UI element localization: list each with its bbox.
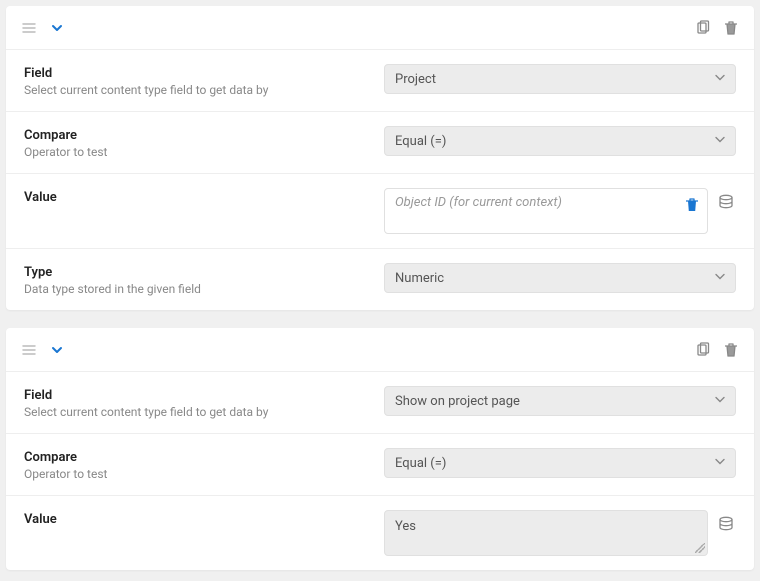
chevron-down-icon	[715, 394, 725, 409]
compare-subtitle: Operator to test	[24, 145, 384, 159]
database-icon[interactable]	[716, 514, 736, 534]
chevron-down-icon	[715, 271, 725, 286]
compare-subtitle: Operator to test	[24, 467, 384, 481]
value-textarea[interactable]: Yes	[384, 510, 708, 556]
compare-select[interactable]: Equal (=)	[384, 448, 736, 478]
type-subtitle: Data type stored in the given field	[24, 282, 384, 296]
compare-row: Compare Operator to test Equal (=)	[6, 434, 754, 496]
field-label: Field	[24, 66, 384, 81]
compare-row: Compare Operator to test Equal (=)	[6, 112, 754, 174]
condition-card: Field Select current content type field …	[6, 328, 754, 570]
value-row: Value Object ID (for current context)	[6, 174, 754, 249]
value-label: Value	[24, 190, 384, 205]
value-label: Value	[24, 512, 384, 527]
field-row: Field Select current content type field …	[6, 50, 754, 112]
card-header	[6, 6, 754, 50]
compare-label: Compare	[24, 450, 384, 465]
collapse-toggle[interactable]	[46, 17, 68, 39]
chevron-down-icon	[715, 456, 725, 471]
drag-handle-icon[interactable]	[18, 339, 40, 361]
compare-select-value: Equal (=)	[395, 134, 446, 149]
chevron-down-icon	[715, 72, 725, 87]
condition-card: Field Select current content type field …	[6, 6, 754, 310]
compare-select[interactable]: Equal (=)	[384, 126, 736, 156]
value-row: Value Yes	[6, 496, 754, 570]
field-select[interactable]: Project	[384, 64, 736, 94]
drag-handle-icon[interactable]	[18, 17, 40, 39]
type-select-value: Numeric	[395, 271, 444, 286]
value-text: Yes	[395, 519, 416, 534]
database-icon[interactable]	[716, 192, 736, 212]
field-select-value: Project	[395, 72, 436, 87]
compare-select-value: Equal (=)	[395, 456, 446, 471]
duplicate-button[interactable]	[692, 17, 714, 39]
clear-value-button[interactable]	[685, 197, 699, 217]
field-select[interactable]: Show on project page	[384, 386, 736, 416]
collapse-toggle[interactable]	[46, 339, 68, 361]
compare-label: Compare	[24, 128, 384, 143]
chevron-down-icon	[715, 134, 725, 149]
delete-button[interactable]	[720, 17, 742, 39]
field-subtitle: Select current content type field to get…	[24, 405, 384, 419]
value-placeholder: Object ID (for current context)	[395, 195, 562, 210]
field-subtitle: Select current content type field to get…	[24, 83, 384, 97]
duplicate-button[interactable]	[692, 339, 714, 361]
type-select[interactable]: Numeric	[384, 263, 736, 293]
type-row: Type Data type stored in the given field…	[6, 249, 754, 310]
field-label: Field	[24, 388, 384, 403]
field-row: Field Select current content type field …	[6, 372, 754, 434]
field-select-value: Show on project page	[395, 394, 520, 409]
card-header	[6, 328, 754, 372]
delete-button[interactable]	[720, 339, 742, 361]
value-input[interactable]: Object ID (for current context)	[384, 188, 708, 234]
type-label: Type	[24, 265, 384, 280]
